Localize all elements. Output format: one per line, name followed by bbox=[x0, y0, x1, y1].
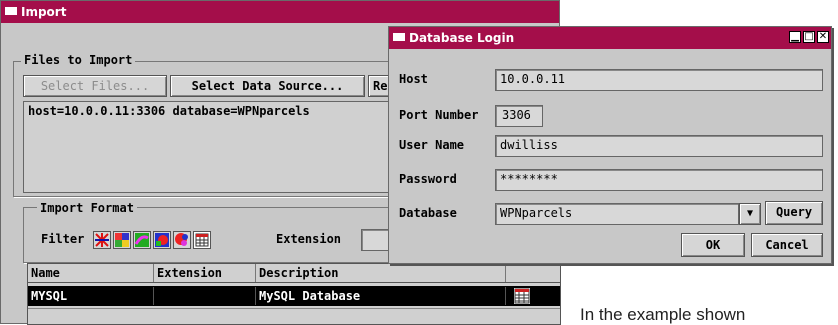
import-title: Import bbox=[21, 5, 67, 19]
ok-button[interactable]: OK bbox=[681, 233, 745, 257]
cancel-button[interactable]: Cancel bbox=[751, 233, 823, 257]
row-name-cell: MYSQL bbox=[28, 287, 154, 305]
select-data-source-button[interactable]: Select Data Source... bbox=[170, 75, 365, 97]
port-number-label: Port Number bbox=[399, 108, 479, 122]
table-row[interactable]: MYSQL MySQL Database bbox=[28, 286, 560, 306]
password-label: Password bbox=[399, 172, 457, 186]
column-header-name[interactable]: Name bbox=[28, 264, 154, 282]
window-menu-icon[interactable] bbox=[5, 6, 17, 15]
database-select[interactable]: WPNparcels bbox=[495, 203, 739, 225]
column-header-description[interactable]: Description bbox=[256, 264, 506, 282]
filter-database-icon[interactable] bbox=[193, 231, 211, 249]
user-name-label: User Name bbox=[399, 138, 465, 152]
table-empty-row bbox=[28, 308, 560, 324]
port-number-field[interactable]: 3306 bbox=[495, 105, 543, 127]
row-extension-cell bbox=[154, 287, 256, 305]
filter-raster-icon[interactable] bbox=[113, 231, 131, 249]
caption-text: In the example shown bbox=[580, 305, 746, 324]
format-table[interactable]: Name Extension Description MYSQL MySQL D… bbox=[27, 263, 561, 325]
filter-vector-icon[interactable] bbox=[93, 231, 111, 249]
row-database-icon bbox=[514, 288, 530, 304]
column-header-extension[interactable]: Extension bbox=[154, 264, 256, 282]
filter-tin-icon[interactable] bbox=[173, 231, 191, 249]
close-icon[interactable]: ✕ bbox=[817, 31, 829, 43]
database-login-title: Database Login bbox=[409, 31, 515, 45]
filter-cad-icon[interactable] bbox=[133, 231, 151, 249]
chevron-down-icon[interactable]: ▼ bbox=[739, 203, 761, 225]
database-login-dialog: Database Login ▁ □ ✕ Host 10.0.0.11 Port… bbox=[388, 26, 832, 264]
query-button[interactable]: Query bbox=[765, 201, 823, 225]
row-description-cell: MySQL Database bbox=[256, 287, 506, 305]
filter-shape-icon[interactable] bbox=[153, 231, 171, 249]
files-to-import-label: Files to Import bbox=[21, 53, 136, 67]
table-header: Name Extension Description bbox=[28, 264, 560, 283]
database-label: Database bbox=[399, 206, 457, 220]
database-login-titlebar[interactable]: Database Login ▁ □ ✕ bbox=[389, 27, 831, 49]
filter-label: Filter bbox=[41, 232, 85, 246]
host-field[interactable]: 10.0.0.11 bbox=[495, 69, 823, 91]
minimize-icon[interactable]: ▁ bbox=[789, 31, 801, 43]
window-menu-icon[interactable] bbox=[393, 32, 405, 41]
host-label: Host bbox=[399, 72, 428, 86]
filter-icon-bar bbox=[93, 231, 263, 249]
import-format-label: Import Format bbox=[37, 201, 137, 215]
import-titlebar[interactable]: Import bbox=[1, 1, 559, 23]
password-field[interactable]: ******** bbox=[495, 169, 823, 191]
source-entry: host=10.0.0.11:3306 database=WPNparcels bbox=[28, 104, 310, 118]
extension-label: Extension bbox=[276, 232, 342, 246]
user-name-field[interactable]: dwilliss bbox=[495, 135, 823, 157]
select-files-button[interactable]: Select Files... bbox=[23, 75, 167, 97]
maximize-icon[interactable]: □ bbox=[803, 31, 815, 43]
